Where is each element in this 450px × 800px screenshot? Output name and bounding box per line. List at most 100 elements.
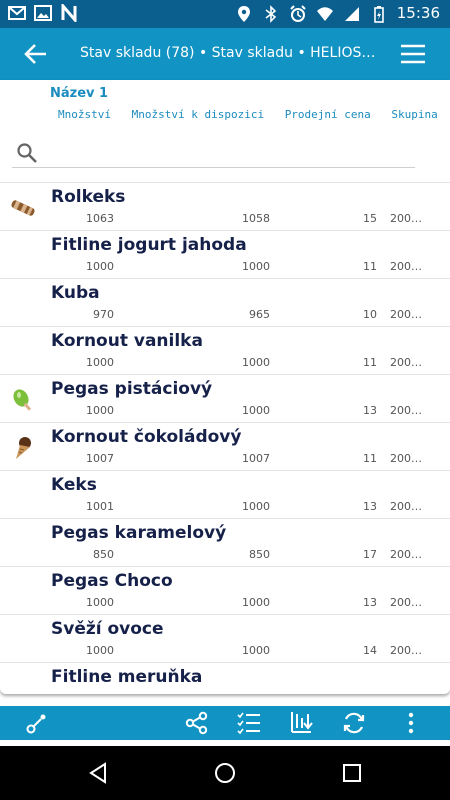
list-item[interactable]: Svěží ovoce 1000 1000 14 200… — [0, 615, 450, 663]
refresh-icon[interactable] — [341, 710, 367, 736]
item-available: 1058 — [242, 212, 270, 225]
hamburger-menu-icon[interactable] — [400, 42, 426, 66]
page-title: Stav skladu (78) • Stav skladu • HELIOS … — [80, 45, 376, 61]
system-navigation-bar — [0, 746, 450, 800]
signal-icon — [344, 6, 359, 21]
share-icon[interactable] — [184, 710, 210, 736]
item-group: 200… — [390, 596, 422, 609]
item-group: 200… — [390, 500, 422, 513]
item-group: 200… — [390, 548, 422, 561]
more-vert-icon[interactable] — [398, 710, 424, 736]
item-group: 200… — [390, 404, 422, 417]
item-name: Svěží ovoce — [51, 619, 164, 639]
column-header-secondary: Množství Množství k dispozici Prodejní c… — [58, 108, 450, 121]
item-name: Kornout vanilka — [51, 331, 203, 351]
item-price: 13 — [363, 404, 377, 417]
clock: 15:36 — [396, 4, 440, 22]
search-input[interactable] — [48, 140, 408, 164]
item-price: 11 — [363, 452, 377, 465]
item-group: 200… — [390, 452, 422, 465]
content-card: Název 1 Množství Množství k dispozici Pr… — [0, 80, 450, 694]
wifi-icon — [316, 6, 333, 21]
item-price: 13 — [363, 500, 377, 513]
item-available: 965 — [249, 308, 270, 321]
connect-icon[interactable] — [24, 710, 50, 736]
chocolate-cone-thumbnail-icon — [16, 437, 31, 459]
item-available: 1000 — [242, 260, 270, 273]
item-name: Kuba — [51, 283, 100, 303]
item-name: Rolkeks — [51, 187, 126, 207]
item-quantity: 1000 — [86, 644, 114, 657]
item-price: 10 — [363, 308, 377, 321]
list-item[interactable]: Fitline meruňka — [0, 663, 450, 694]
list-item[interactable]: Pegas karamelový 850 850 17 200… — [0, 519, 450, 567]
item-price: 13 — [363, 596, 377, 609]
item-price: 15 — [363, 212, 377, 225]
list-item[interactable]: Kornout čokoládový 1007 1007 11 200… — [0, 423, 450, 471]
location-icon — [237, 5, 250, 22]
back-arrow-icon[interactable] — [22, 40, 50, 68]
n-notification-icon — [61, 4, 77, 22]
search-icon — [17, 143, 37, 163]
item-available: 1000 — [242, 356, 270, 369]
item-quantity: 850 — [93, 548, 114, 561]
item-name: Fitline meruňka — [51, 667, 203, 687]
checklist-icon[interactable] — [236, 710, 262, 736]
item-price: 11 — [363, 356, 377, 369]
item-group: 200… — [390, 356, 422, 369]
back-triangle-icon[interactable] — [87, 762, 109, 784]
status-bar: 15:36 — [0, 0, 450, 28]
list-item[interactable]: Keks 1001 1000 13 200… — [0, 471, 450, 519]
pistachio-icecream-thumbnail-icon — [13, 389, 32, 411]
item-quantity: 1000 — [86, 356, 114, 369]
list-item[interactable]: Kuba 970 965 10 200… — [0, 279, 450, 327]
sort-icon[interactable] — [289, 710, 315, 736]
item-quantity: 1000 — [86, 404, 114, 417]
item-available: 1000 — [242, 404, 270, 417]
item-available: 1007 — [242, 452, 270, 465]
item-name: Pegas pistáciový — [51, 379, 213, 399]
item-quantity: 970 — [93, 308, 114, 321]
item-name: Kornout čokoládový — [51, 427, 242, 447]
column-header-price[interactable]: Prodejní cena — [285, 108, 371, 121]
item-quantity: 1000 — [86, 260, 114, 273]
stock-list: Rolkeks 1063 1058 15 200… Fitline jogurt… — [0, 182, 450, 694]
item-available: 850 — [249, 548, 270, 561]
bluetooth-icon — [265, 4, 276, 23]
rolkeks-thumbnail-icon — [11, 200, 35, 216]
item-quantity: 1063 — [86, 212, 114, 225]
recents-square-icon[interactable] — [341, 762, 363, 784]
item-name: Fitline jogurt jahoda — [51, 235, 247, 255]
search-bar — [12, 136, 415, 168]
item-group: 200… — [390, 644, 422, 657]
home-circle-icon[interactable] — [214, 762, 236, 784]
column-header-group[interactable]: Skupina — [391, 108, 437, 121]
column-header-available[interactable]: Množství k dispozici — [132, 108, 264, 121]
gmail-notification-icon — [8, 6, 26, 20]
item-available: 1000 — [242, 500, 270, 513]
bottom-toolbar — [0, 706, 450, 740]
column-header-quantity[interactable]: Množství — [58, 108, 111, 121]
item-available: 1000 — [242, 644, 270, 657]
list-item[interactable]: Pegas Choco 1000 1000 13 200… — [0, 567, 450, 615]
alarm-icon — [290, 4, 306, 22]
item-name: Pegas karamelový — [51, 523, 227, 543]
list-item[interactable]: Rolkeks 1063 1058 15 200… — [0, 183, 450, 231]
app-bar: Stav skladu (78) • Stav skladu • HELIOS … — [0, 28, 450, 80]
column-header-primary[interactable]: Název 1 — [50, 86, 108, 101]
item-name: Keks — [51, 475, 97, 495]
battery-icon — [373, 5, 384, 23]
list-item[interactable]: Kornout vanilka 1000 1000 11 200… — [0, 327, 450, 375]
list-item[interactable]: Pegas pistáciový 1000 1000 13 200… — [0, 375, 450, 423]
item-quantity: 1000 — [86, 596, 114, 609]
item-quantity: 1007 — [86, 452, 114, 465]
item-price: 17 — [363, 548, 377, 561]
image-notification-icon — [34, 5, 52, 21]
item-price: 11 — [363, 260, 377, 273]
item-group: 200… — [390, 212, 422, 225]
list-item[interactable]: Fitline jogurt jahoda 1000 1000 11 200… — [0, 231, 450, 279]
item-price: 14 — [363, 644, 377, 657]
item-quantity: 1001 — [86, 500, 114, 513]
item-group: 200… — [390, 308, 422, 321]
item-available: 1000 — [242, 596, 270, 609]
